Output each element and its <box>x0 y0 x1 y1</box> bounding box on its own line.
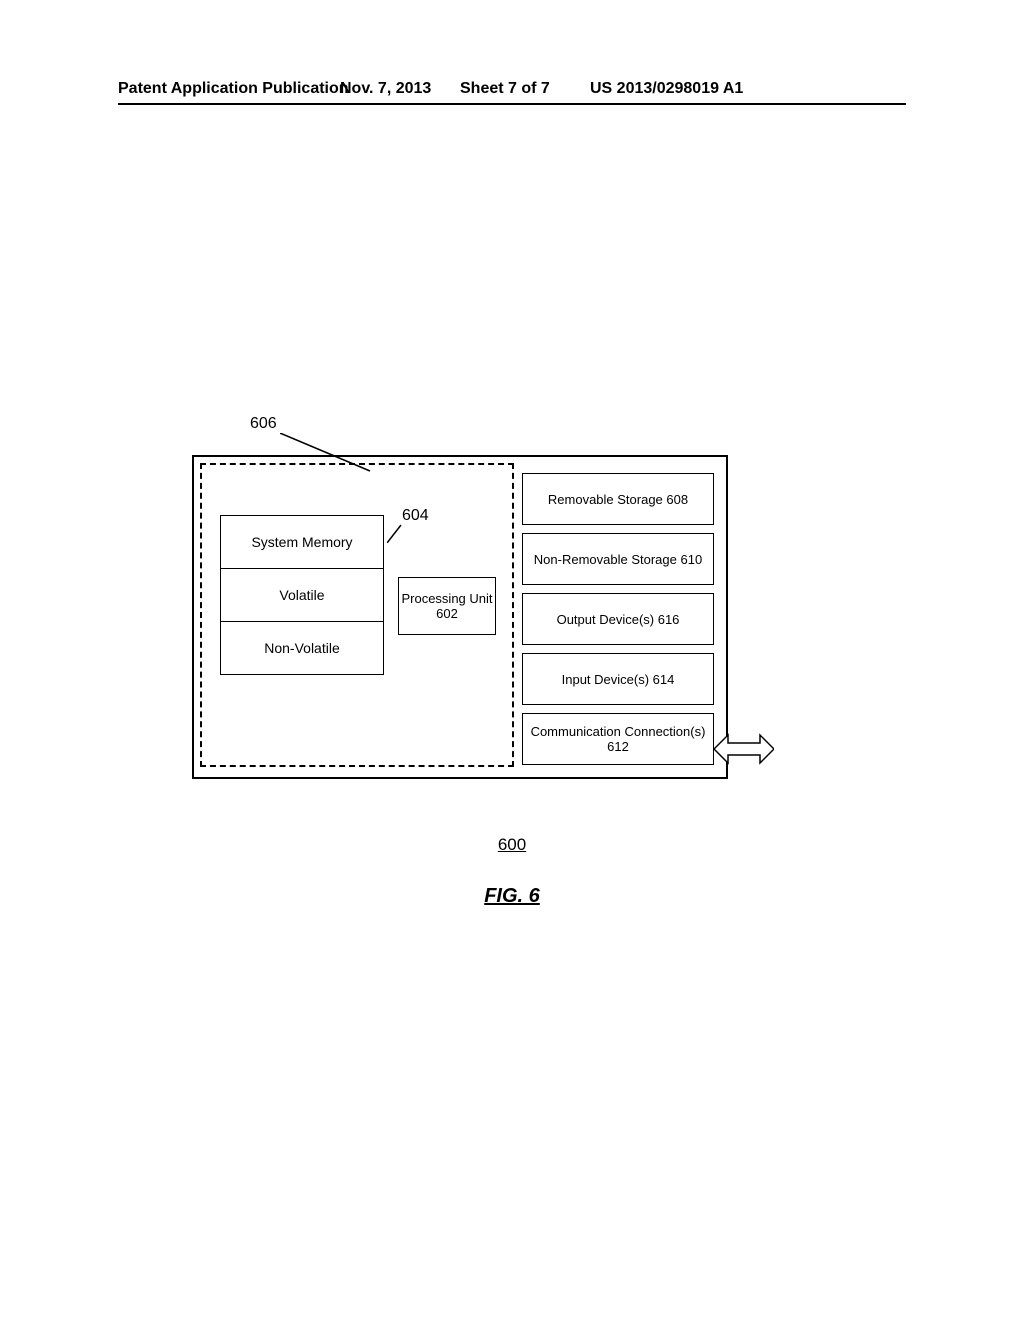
figure-caption: FIG. 6 <box>192 885 832 908</box>
memory-row-nonvolatile: Non-Volatile <box>221 622 383 674</box>
processing-unit-label: Processing Unit 602 <box>399 591 495 621</box>
header-rule <box>118 103 906 105</box>
patent-page: Patent Application Publication Nov. 7, 2… <box>0 0 1024 1320</box>
box-removable-storage: Removable Storage 608 <box>522 473 714 525</box>
memory-row-system: System Memory <box>221 516 383 569</box>
processing-unit-box: Processing Unit 602 <box>398 577 496 635</box>
header-date: Nov. 7, 2013 <box>340 80 431 98</box>
box-communication: Communication Connection(s) 612 <box>522 713 714 765</box>
right-stack: Removable Storage 608 Non-Removable Stor… <box>522 473 714 773</box>
header-pubno: US 2013/0298019 A1 <box>590 80 743 98</box>
ref-606-label: 606 <box>250 415 277 433</box>
box-nonremovable-storage: Non-Removable Storage 610 <box>522 533 714 585</box>
memory-table: System Memory Volatile Non-Volatile <box>220 515 384 675</box>
box-input-devices: Input Device(s) 614 <box>522 653 714 705</box>
bidirectional-arrow-icon <box>714 731 774 767</box>
box-output-devices: Output Device(s) 616 <box>522 593 714 645</box>
header-sheet: Sheet 7 of 7 <box>460 80 550 98</box>
figure-number: 600 <box>192 835 832 855</box>
figure-area: 606 604 System Memory Volatile Non-Volat… <box>192 415 832 935</box>
header-publication: Patent Application Publication <box>118 80 349 98</box>
memory-row-volatile: Volatile <box>221 569 383 622</box>
